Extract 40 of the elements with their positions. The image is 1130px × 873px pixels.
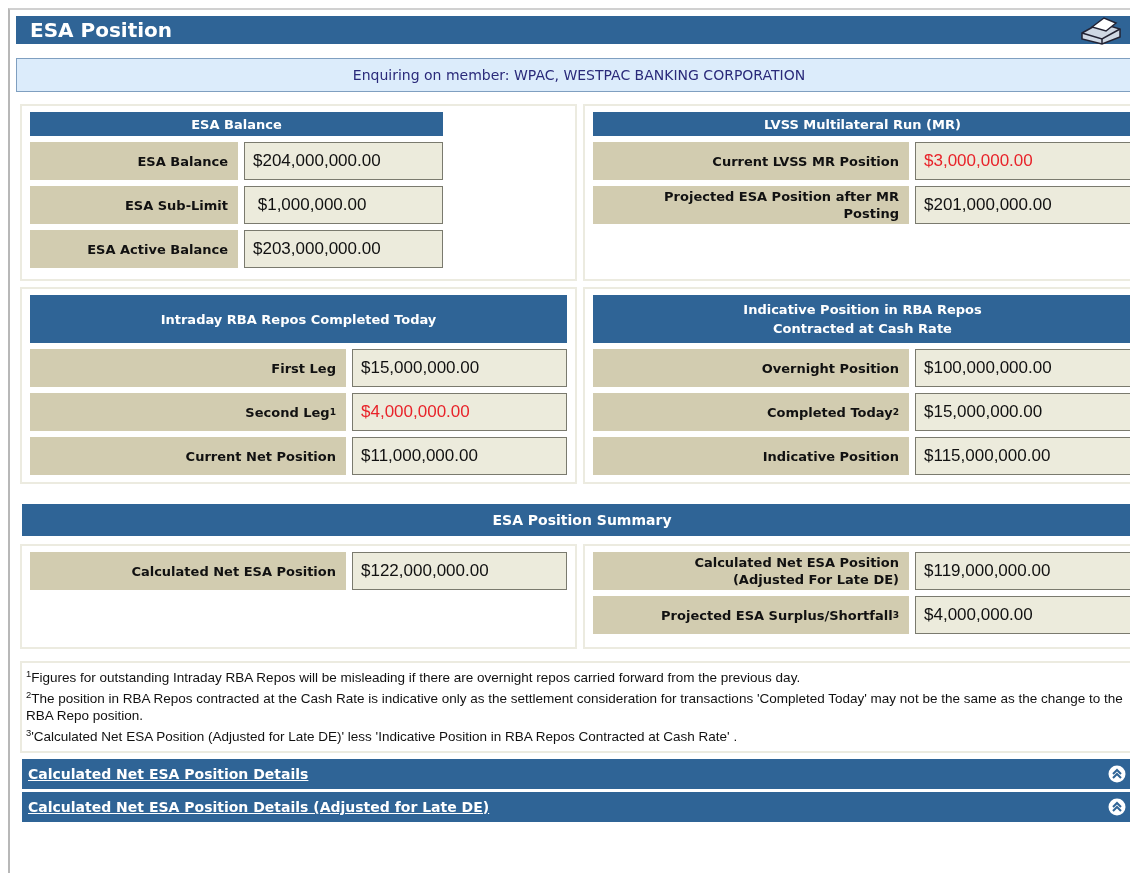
field-label: ESA Sub-Limit [30,186,238,224]
field-value: $201,000,000.00 [915,186,1130,224]
field-value: $15,000,000.00 [352,349,567,387]
panel-header: Indicative Position in RBA Repos Contracted at Cash Rate [593,295,1130,343]
field-value: $4,000,000.00 [352,393,567,431]
field-value: $3,000,000.00 [915,142,1130,180]
field-value: $204,000,000.00 [244,142,443,180]
section-link[interactable]: Calculated Net ESA Position Details [28,766,309,782]
field-label: Completed Today$^{2}$ [593,393,909,431]
page-title: ESA Position [30,18,173,42]
field-label: Second Leg$^{1}$ [30,393,346,431]
field-label: Calculated Net ESA Position (Adjusted For Late DE) [593,552,909,590]
field-label: Overnight Position [593,349,909,387]
field-label: Current LVSS MR Position [593,142,909,180]
field-value: $115,000,000.00 [915,437,1130,475]
field-value: $100,000,000.00 [915,349,1130,387]
field-value: $203,000,000.00 [244,230,443,268]
panel-header: LVSS Multilateral Run (MR) [593,112,1130,136]
footnote: $^{1}$Figures for outstanding Intraday RBA Repos will be misleading if there are overnight repos carried forward from the previous day. [26,669,802,686]
panel-header: Intraday RBA Repos Completed Today [30,295,567,343]
field-label: Projected ESA Surplus/Shortfall$^{3}$ [593,596,909,634]
field-label: First Leg [30,349,346,387]
field-label: Indicative Position [593,437,909,475]
field-label: ESA Balance [30,142,238,180]
footnote: $^{2}$The position in RBA Repos contracted at the Cash Rate is indicative only as the settlement consideration for transactions 'Completed Today' may not be the same as the change to the RBA Repo position. [26,690,1124,724]
field-value: $15,000,000.00 [915,393,1130,431]
section-link[interactable]: Calculated Net ESA Position Details (Adjusted for Late DE) [28,799,490,815]
footnote: $^{3}$'Calculated Net ESA Position (Adjusted for Late DE)' less 'Indicative Position in RBA Repos Contracted at Cash Rate' . [26,728,739,745]
field-value: $1,000,000.00 [244,186,443,224]
field-label: Calculated Net ESA Position [30,552,346,590]
field-label: ESA Active Balance [30,230,238,268]
field-label: Projected ESA Position after MR Posting [593,186,909,224]
field-value: $4,000,000.00 [915,596,1130,634]
field-value: $11,000,000.00 [352,437,567,475]
field-label: Current Net Position [30,437,346,475]
member-banner: Enquiring on member: WPAC, WESTPAC BANKING CORPORATION [16,58,1130,92]
field-value: $122,000,000.00 [352,552,567,590]
panel-header: ESA Balance [30,112,443,136]
field-value: $119,000,000.00 [915,552,1130,590]
section-header: ESA Position Summary [22,504,1130,536]
